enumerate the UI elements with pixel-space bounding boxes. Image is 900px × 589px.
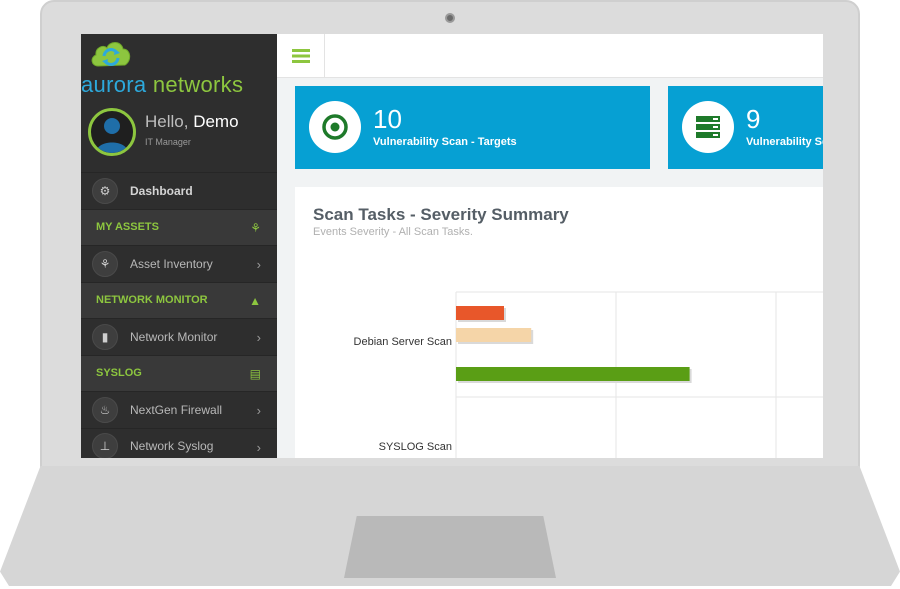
sidebar-item-network-monitor[interactable]: ▮ Network Monitor › bbox=[81, 318, 277, 355]
brand-name: aurora networks bbox=[81, 72, 243, 98]
sitemap-icon: ⊥ bbox=[92, 433, 118, 458]
menu-toggle-button[interactable] bbox=[277, 34, 325, 77]
sidebar-item-label: Network Syslog bbox=[130, 439, 214, 454]
stat-card-targets[interactable]: 10 Vulnerability Scan - Targets bbox=[295, 86, 650, 169]
sidebar-item-label: NextGen Firewall bbox=[130, 402, 223, 417]
brand-name-part2: networks bbox=[146, 72, 244, 97]
username: Demo bbox=[188, 112, 239, 131]
stat-label: Vulnerability Scan - Targets bbox=[373, 136, 517, 148]
bar bbox=[456, 328, 532, 342]
dashboard-icon: ⚙ bbox=[92, 177, 118, 204]
target-icon bbox=[309, 101, 361, 153]
bar bbox=[456, 367, 690, 381]
stat-value: 9 bbox=[746, 104, 761, 134]
user-silhouette-icon bbox=[96, 118, 128, 153]
sidebar-item-dashboard[interactable]: ⚙ Dashboard bbox=[81, 172, 277, 209]
file-icon: ▤ bbox=[249, 366, 261, 381]
sidebar-item-asset-inventory[interactable]: ⚘ Asset Inventory › bbox=[81, 245, 277, 282]
fire-icon: ♨ bbox=[92, 396, 118, 423]
sidebar-menu: ⚙ Dashboard MY ASSETS ⚘ ⚘ Asset Inventory › NET… bbox=[81, 172, 277, 458]
panel-title: Scan Tasks - Severity Summary bbox=[313, 205, 569, 224]
cubes-icon: ⚘ bbox=[250, 220, 261, 235]
cubes-icon: ⚘ bbox=[92, 250, 118, 277]
greeting: Hello, Demo bbox=[145, 112, 239, 132]
sidebar-section-my-assets[interactable]: MY ASSETS ⚘ bbox=[81, 208, 277, 245]
server-icon bbox=[682, 101, 734, 153]
screen: aurora networks Hello, Demo IT Manager ⚙… bbox=[81, 34, 823, 458]
laptop-base bbox=[0, 466, 900, 589]
sidebar-item-network-syslog[interactable]: ⊥ Network Syslog › bbox=[81, 427, 277, 458]
stat-card-scans[interactable]: 9 Vulnerability Scans bbox=[668, 86, 823, 169]
sidebar-section-label: SYSLOG bbox=[96, 367, 142, 380]
webcam-icon bbox=[445, 13, 455, 23]
sidebar-section-label: NETWORK MONITOR bbox=[96, 294, 208, 307]
chevron-right-icon: › bbox=[256, 330, 261, 345]
brand-name-part1: aurora bbox=[81, 72, 147, 97]
chevron-right-icon: › bbox=[256, 257, 261, 272]
target-icon-svg bbox=[322, 114, 348, 140]
bar bbox=[456, 306, 504, 320]
chevron-right-icon: › bbox=[256, 439, 261, 455]
category-label: Debian Server Scan bbox=[354, 336, 452, 348]
hamburger-icon bbox=[291, 48, 310, 63]
sidebar-item-label: Dashboard bbox=[130, 183, 193, 198]
sidebar-item-label: Asset Inventory bbox=[130, 256, 213, 271]
severity-summary-panel: Debian Server Scan SYSLOG Scan Scan Tasks… bbox=[295, 187, 823, 458]
sidebar: aurora networks Hello, Demo IT Manager ⚙… bbox=[81, 34, 277, 458]
user-profile[interactable]: Hello, Demo IT Manager bbox=[81, 100, 277, 170]
top-bar bbox=[277, 34, 823, 78]
bar-chart-icon: ▮ bbox=[92, 323, 118, 350]
avatar[interactable] bbox=[88, 108, 136, 156]
server-icon-svg bbox=[696, 116, 720, 138]
stat-label: Vulnerability Scans bbox=[746, 136, 823, 148]
sidebar-section-network-monitor[interactable]: NETWORK MONITOR ▲ bbox=[81, 281, 277, 318]
stat-value: 10 bbox=[373, 104, 402, 134]
sidebar-item-nextgen-firewall[interactable]: ♨ NextGen Firewall › bbox=[81, 391, 277, 428]
chevron-right-icon: › bbox=[256, 403, 261, 418]
user-role: IT Manager bbox=[145, 137, 191, 147]
cloud-logo-icon bbox=[91, 42, 131, 67]
brand-logo[interactable]: aurora networks bbox=[81, 34, 277, 100]
trackpad bbox=[344, 516, 556, 578]
greeting-text: Hello, bbox=[145, 112, 189, 131]
area-chart-icon: ▲ bbox=[249, 293, 261, 308]
sidebar-section-syslog[interactable]: SYSLOG ▤ bbox=[81, 354, 277, 391]
panel-subtitle: Events Severity - All Scan Tasks. bbox=[313, 226, 473, 238]
sidebar-item-label: Network Monitor bbox=[130, 329, 218, 344]
category-label: SYSLOG Scan bbox=[379, 441, 452, 453]
sidebar-section-label: MY ASSETS bbox=[96, 221, 159, 234]
